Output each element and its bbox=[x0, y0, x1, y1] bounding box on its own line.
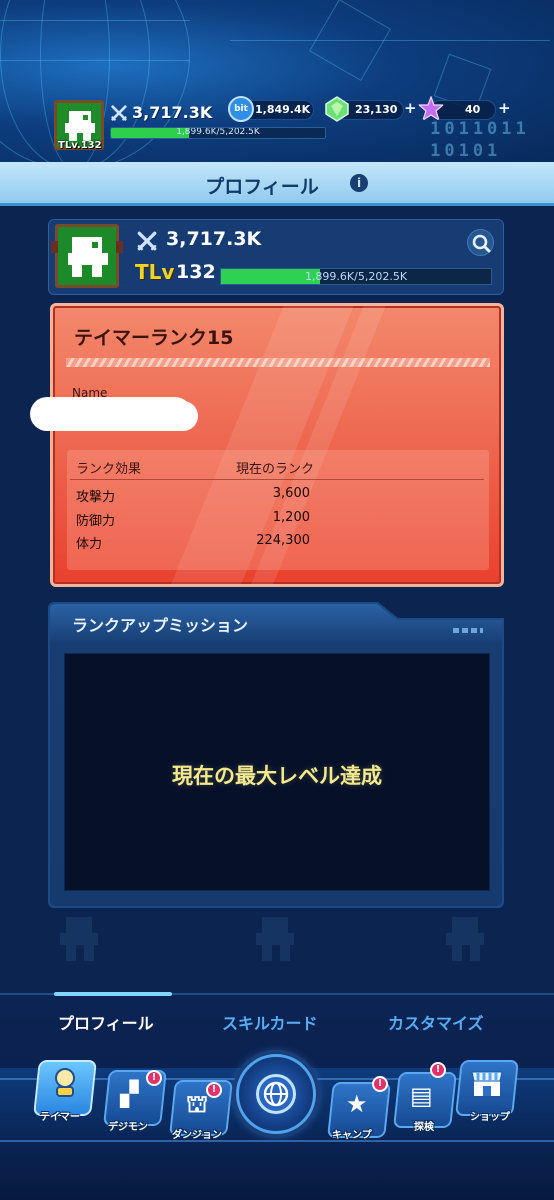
camp-alert-badge: ! bbox=[372, 1076, 388, 1092]
crossed-swords-icon bbox=[137, 231, 157, 251]
profile-combat-power: 3,717.3K bbox=[166, 228, 262, 250]
search-button[interactable] bbox=[467, 229, 494, 256]
rank-title: テイマーランク15 bbox=[74, 327, 234, 349]
tab-customize[interactable]: カスタマイズ bbox=[388, 1010, 484, 1034]
crossed-swords-icon bbox=[111, 105, 127, 121]
tamer-level-label: TLv.132 bbox=[58, 140, 102, 151]
explore-alert-badge: ! bbox=[430, 1062, 446, 1078]
title-bar: プロフィール bbox=[0, 162, 554, 206]
profile-exp-text: 1,899.6K/5,202.5K bbox=[304, 270, 408, 283]
digimon-alert-badge: ! bbox=[146, 1070, 162, 1086]
panel-decoration bbox=[453, 628, 483, 633]
effects-header: ランク効果 bbox=[76, 462, 142, 477]
table-divider bbox=[70, 479, 484, 480]
tamer-icon bbox=[55, 1068, 75, 1097]
background-dino-decoration bbox=[440, 913, 494, 967]
dungeon-alert-badge: ! bbox=[206, 1082, 222, 1098]
header-exp-text: 1,899.6K/5,202.5K bbox=[176, 127, 260, 137]
bit-icon: bit bbox=[228, 96, 254, 122]
star-amount: 40 bbox=[465, 103, 481, 116]
name-redaction bbox=[30, 397, 192, 431]
nav-shop-label: ショップ bbox=[470, 1112, 510, 1123]
current-rank-header: 現在のランク bbox=[236, 462, 315, 477]
profile-exp-bar: 1,899.6K/5,202.5K bbox=[220, 268, 492, 285]
dungeon-icon: ⛫ bbox=[186, 1090, 209, 1118]
shop-icon bbox=[471, 1071, 503, 1096]
binary-decoration: 1011011 10101 010 0110 bbox=[430, 119, 540, 165]
effect-value-hp: 224,300 bbox=[256, 533, 310, 548]
tlv-label: TLv bbox=[135, 260, 175, 284]
add-stars-button[interactable]: + bbox=[498, 99, 511, 117]
background-dino-decoration bbox=[54, 913, 108, 967]
tab-profile[interactable]: プロフィール bbox=[58, 1010, 154, 1034]
effect-name-hp: 体力 bbox=[76, 537, 103, 552]
add-gems-button[interactable]: + bbox=[404, 99, 417, 117]
effect-name-attack: 攻撃力 bbox=[76, 490, 116, 505]
globe-icon bbox=[263, 1081, 289, 1107]
profile-avatar[interactable] bbox=[51, 224, 123, 288]
gem-icon bbox=[325, 96, 349, 122]
effect-value-defense: 1,200 bbox=[272, 510, 310, 525]
nav-dungeon-label: ダンジョン bbox=[172, 1130, 222, 1141]
mission-title: ランクアップミッション bbox=[72, 616, 249, 635]
tab-skill-card[interactable]: スキルカード bbox=[222, 1010, 318, 1034]
search-icon bbox=[472, 234, 491, 253]
star-icon bbox=[418, 96, 444, 122]
nav-camp-label: キャンプ bbox=[332, 1130, 372, 1141]
header-exp-bar: 1,899.6K/5,202.5K bbox=[110, 127, 326, 139]
nav-tamer-label: テイマー bbox=[40, 1112, 80, 1123]
tlv-value: 132 bbox=[176, 261, 216, 283]
digimon-icon: ▞ bbox=[120, 1080, 139, 1108]
info-icon[interactable]: i bbox=[350, 174, 368, 192]
explore-icon: ▤ bbox=[410, 1082, 433, 1110]
mission-message: 現在の最大レベル達成 bbox=[172, 764, 382, 788]
nav-digimon-label: デジモン bbox=[108, 1122, 148, 1133]
page-title: プロフィール bbox=[205, 176, 319, 198]
nav-explore-label: 探検 bbox=[414, 1122, 434, 1133]
effect-name-defense: 防御力 bbox=[76, 514, 116, 529]
active-tab-indicator bbox=[54, 992, 172, 996]
effect-value-attack: 3,600 bbox=[272, 486, 310, 501]
bit-amount: 1,849.4K bbox=[255, 103, 311, 116]
rank-divider bbox=[66, 358, 490, 367]
camp-icon: ★ bbox=[346, 1090, 368, 1118]
gem-amount: 23,130 bbox=[355, 103, 398, 116]
background-dino-decoration bbox=[250, 913, 304, 967]
header-combat-power: 3,717.3K bbox=[132, 103, 213, 122]
